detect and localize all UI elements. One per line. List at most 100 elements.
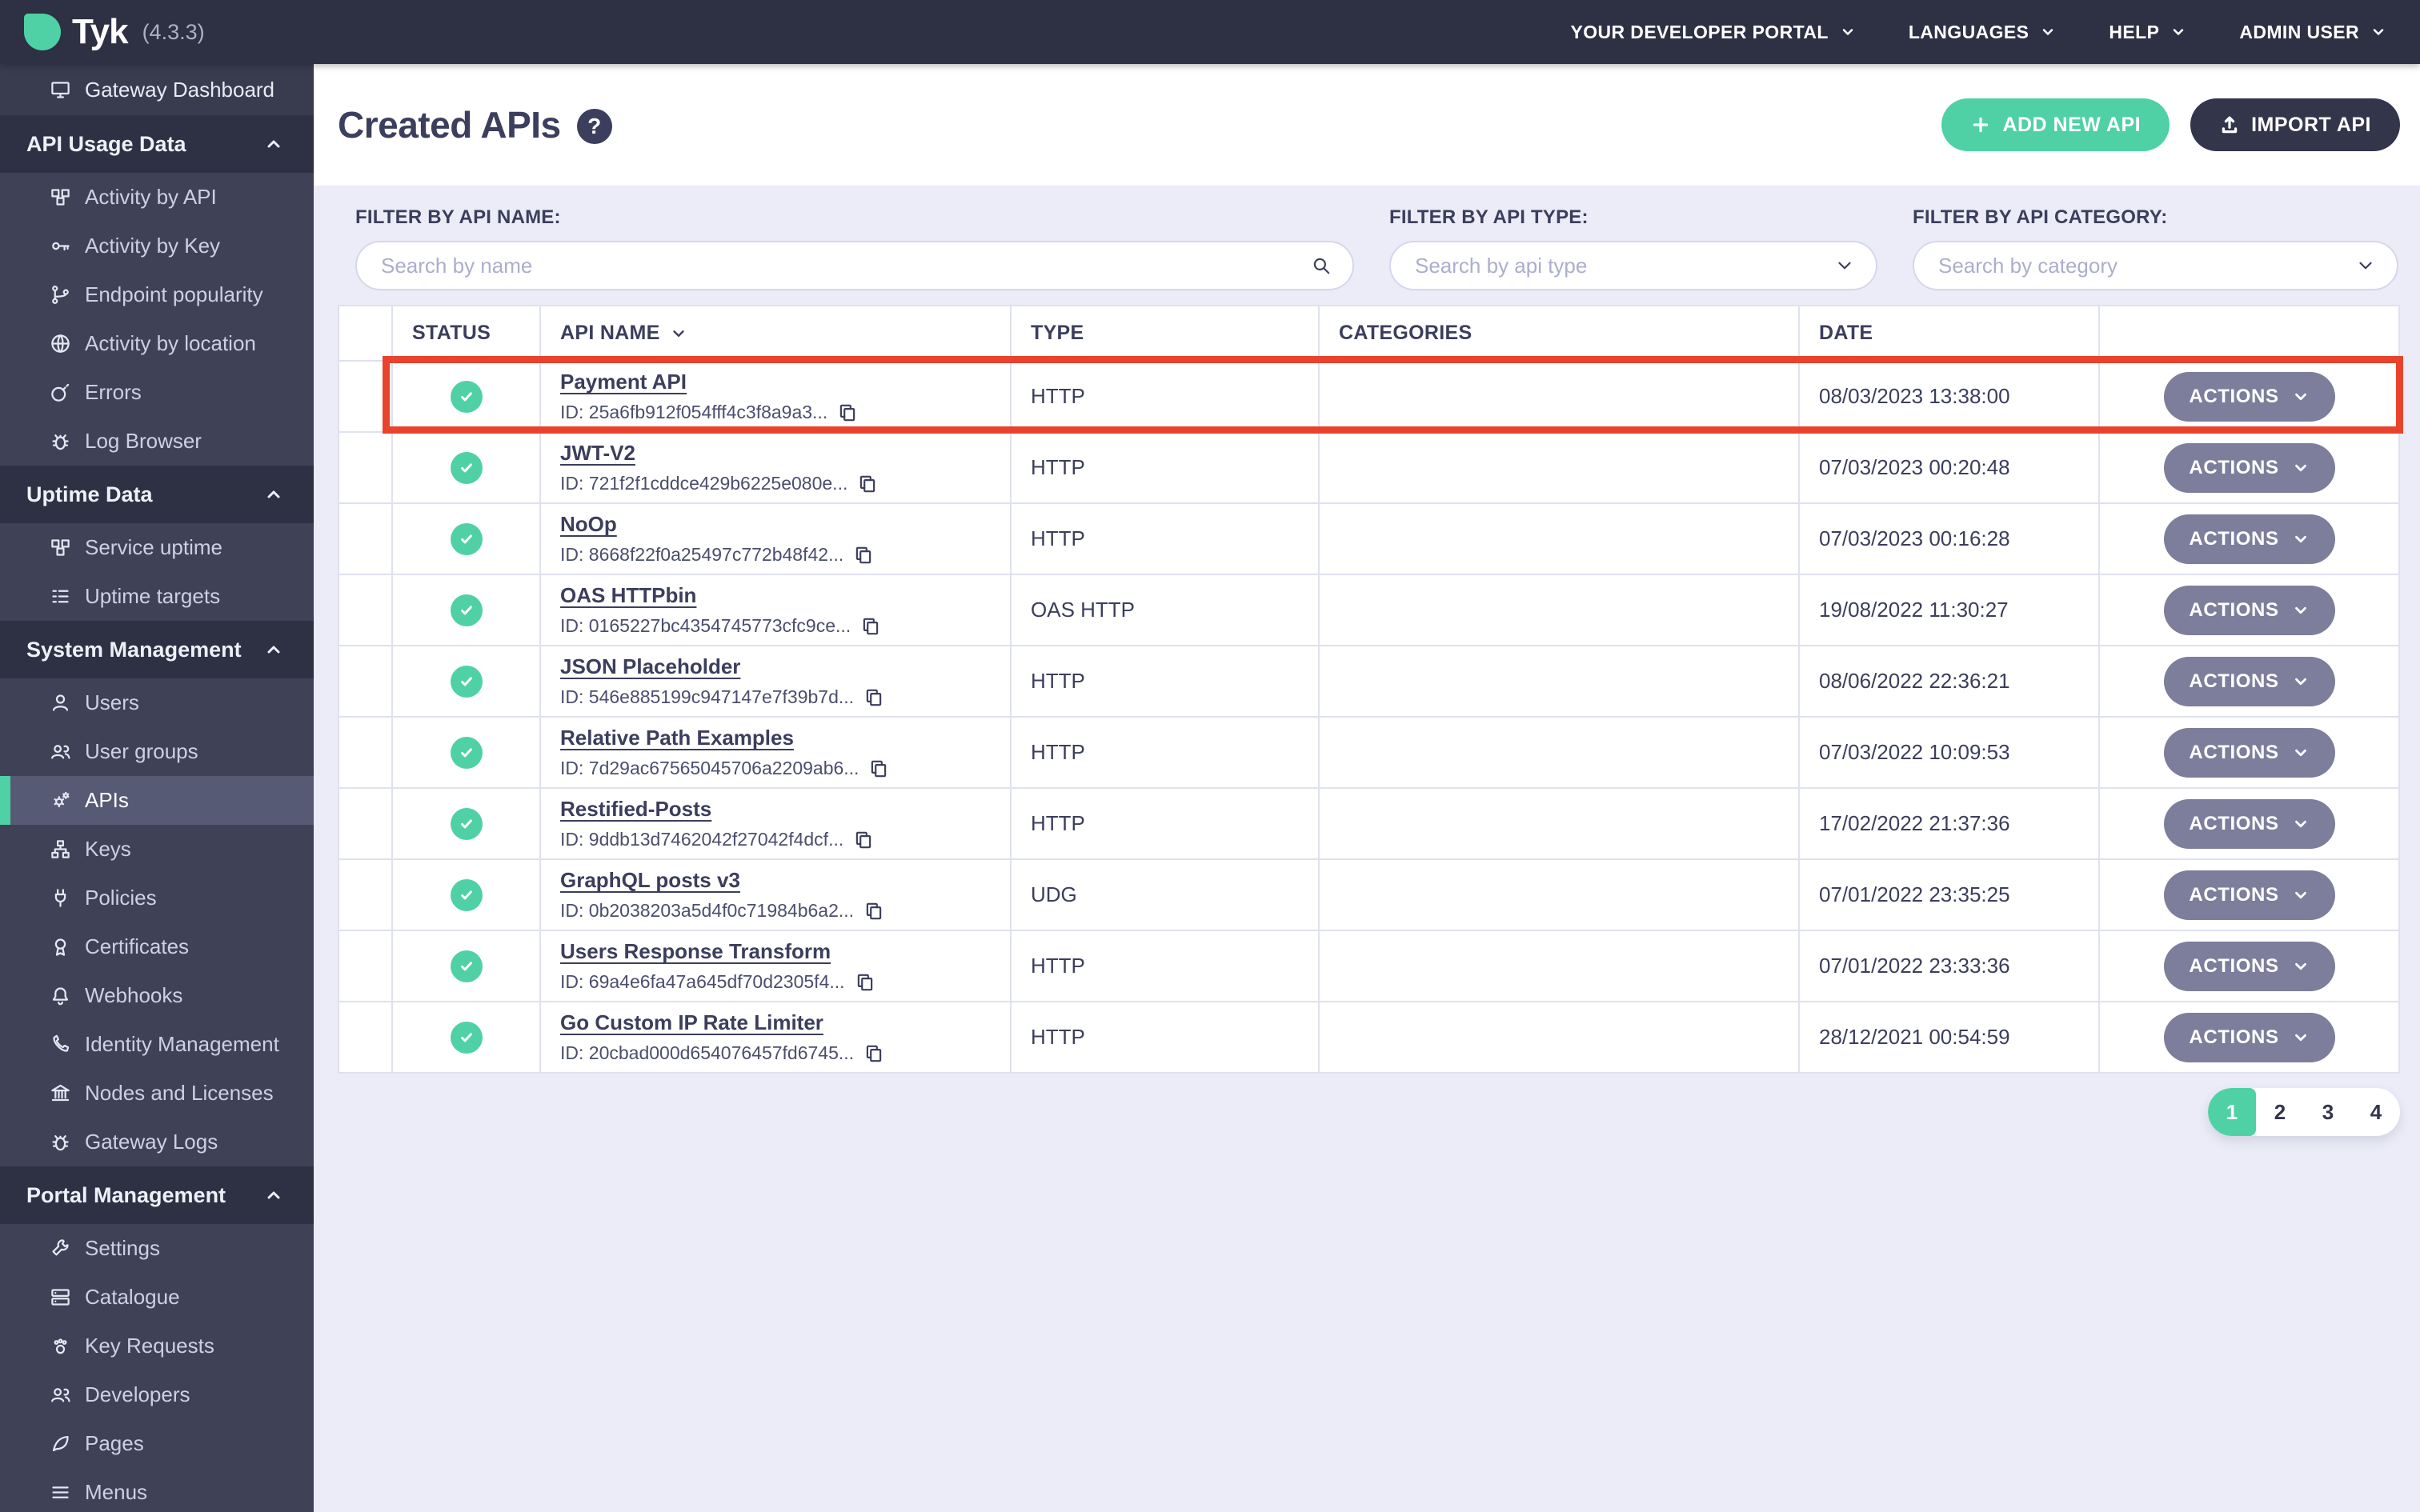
sidebar-item-webhooks[interactable]: Webhooks — [0, 971, 314, 1020]
api-name-link[interactable]: Payment API — [560, 370, 687, 394]
sidebar-item-policies[interactable]: Policies — [0, 874, 314, 922]
api-name-link[interactable]: GraphQL posts v3 — [560, 868, 740, 892]
table-row: Users Response Transform ID: 69a4e6fa47a… — [338, 930, 2400, 1002]
api-category-select[interactable] — [1914, 253, 2397, 278]
copy-icon[interactable] — [868, 758, 889, 779]
paw-icon — [50, 1335, 71, 1357]
status-active-icon — [450, 736, 483, 769]
sidebar-item-settings[interactable]: Settings — [0, 1224, 314, 1273]
sidebar-item-identity-management[interactable]: Identity Management — [0, 1020, 314, 1069]
copy-icon[interactable] — [863, 687, 884, 708]
api-name-link[interactable]: NoOp — [560, 512, 617, 536]
topbar-menu-help[interactable]: HELP — [2109, 22, 2186, 43]
list-icon — [50, 586, 71, 607]
sidebar-item-menus[interactable]: Menus — [0, 1468, 314, 1512]
api-date: 07/01/2022 23:35:25 — [1819, 882, 2010, 906]
api-name-link[interactable]: JWT-V2 — [560, 441, 635, 465]
sidebar-item-nodes-and-licenses[interactable]: Nodes and Licenses — [0, 1069, 314, 1118]
actions-button[interactable]: ACTIONS — [2163, 727, 2335, 778]
api-id: ID: 0b2038203a5d4f0c71984b6a2... — [560, 900, 855, 921]
copy-icon[interactable] — [857, 474, 878, 494]
actions-button[interactable]: ACTIONS — [2163, 442, 2335, 493]
table-row: Payment API ID: 25a6fb912f054fff4c3f8a9a… — [338, 360, 2400, 433]
api-name-link[interactable]: OAS HTTPbin — [560, 583, 696, 607]
status-active-icon — [450, 522, 483, 555]
topbar-menu-your-developer-portal[interactable]: YOUR DEVELOPER PORTAL — [1570, 22, 1855, 43]
logo[interactable]: Tyk (4.3.3) — [24, 12, 205, 52]
api-type-cell: HTTP — [1010, 502, 1320, 575]
actions-button[interactable]: ACTIONS — [2163, 798, 2335, 849]
actions-button[interactable]: ACTIONS — [2163, 870, 2335, 920]
copy-icon[interactable] — [860, 616, 881, 637]
actions-button[interactable]: ACTIONS — [2163, 656, 2335, 706]
api-type-select[interactable] — [1391, 253, 1876, 278]
sidebar-item-log-browser[interactable]: Log Browser — [0, 417, 314, 466]
api-name-link[interactable]: JSON Placeholder — [560, 654, 740, 678]
api-date: 07/03/2023 00:20:48 — [1819, 455, 2010, 479]
row-left-spacer — [338, 716, 393, 789]
sidebar-item-gateway-logs[interactable]: Gateway Logs — [0, 1118, 314, 1166]
add-new-api-button[interactable]: ADD NEW API — [1941, 98, 2170, 151]
sidebar-item-service-uptime[interactable]: Service uptime — [0, 523, 314, 572]
copy-icon[interactable] — [853, 545, 874, 566]
sidebar-item-activity-by-location[interactable]: Activity by location — [0, 319, 314, 368]
status-active-icon — [450, 594, 483, 626]
filter-api-name: FILTER BY API NAME: — [355, 206, 1354, 290]
sidebar-item-keys[interactable]: Keys — [0, 825, 314, 874]
table-header-row: STATUS API NAME TYPE CATEGORIES DATE — [338, 305, 2400, 362]
search-by-name-input[interactable] — [357, 253, 1352, 278]
sidebar-item-key-requests[interactable]: Key Requests — [0, 1322, 314, 1370]
topbar-menu-admin-user[interactable]: ADMIN USER — [2239, 22, 2386, 43]
api-name-cell: NoOp ID: 8668f22f0a25497c772b48f42... — [539, 502, 1012, 575]
sidebar-item-apis[interactable]: APIs — [0, 776, 314, 825]
pagination-page-4[interactable]: 4 — [2352, 1088, 2400, 1136]
copy-icon[interactable] — [837, 402, 858, 423]
sidebar-item-uptime-targets[interactable]: Uptime targets — [0, 572, 314, 621]
sidebar-item-pages[interactable]: Pages — [0, 1419, 314, 1468]
api-name-link[interactable]: Go Custom IP Rate Limiter — [560, 1010, 823, 1034]
row-left-spacer — [338, 574, 393, 646]
sidebar-item-users[interactable]: Users — [0, 678, 314, 727]
column-header-api-name[interactable]: API NAME — [539, 305, 1012, 362]
api-id: ID: 9ddb13d7462042f27042f4dcf... — [560, 829, 844, 850]
pagination-page-2[interactable]: 2 — [2256, 1088, 2304, 1136]
actions-button[interactable]: ACTIONS — [2163, 585, 2335, 635]
sidebar-section-system-management[interactable]: System Management — [0, 621, 314, 678]
status-active-icon — [450, 451, 483, 484]
sidebar-item-user-groups[interactable]: User groups — [0, 727, 314, 776]
page-title: Created APIs — [338, 104, 561, 146]
api-type: HTTP — [1031, 455, 1085, 479]
sidebar-item-activity-by-api[interactable]: Activity by API — [0, 173, 314, 222]
topbar-menu-languages[interactable]: LANGUAGES — [1909, 22, 2057, 43]
sidebar-section-portal-management[interactable]: Portal Management — [0, 1166, 314, 1224]
help-icon[interactable]: ? — [576, 109, 612, 144]
sidebar-section-uptime-data[interactable]: Uptime Data — [0, 466, 314, 523]
sidebar-item-errors[interactable]: Errors — [0, 368, 314, 417]
chevron-down-icon — [2170, 24, 2186, 40]
api-name-link[interactable]: Users Response Transform — [560, 939, 831, 963]
copy-icon[interactable] — [863, 901, 884, 922]
actions-button[interactable]: ACTIONS — [2163, 514, 2335, 564]
sidebar-item-gateway-dashboard[interactable]: Gateway Dashboard — [0, 64, 314, 115]
copy-icon[interactable] — [863, 1043, 884, 1064]
api-name-link[interactable]: Relative Path Examples — [560, 726, 794, 750]
actions-cell: ACTIONS — [2098, 1001, 2400, 1074]
import-api-button[interactable]: IMPORT API — [2190, 98, 2400, 151]
chevron-up-icon — [264, 485, 283, 504]
sidebar-section-api-usage-data[interactable]: API Usage Data — [0, 115, 314, 173]
sidebar-item-catalogue[interactable]: Catalogue — [0, 1273, 314, 1322]
pagination-page-3[interactable]: 3 — [2304, 1088, 2352, 1136]
copy-icon[interactable] — [855, 972, 875, 993]
sidebar-item-activity-by-key[interactable]: Activity by Key — [0, 222, 314, 270]
sidebar-item-endpoint-popularity[interactable]: Endpoint popularity — [0, 270, 314, 319]
sidebar-item-developers[interactable]: Developers — [0, 1370, 314, 1419]
pagination-page-1[interactable]: 1 — [2208, 1088, 2256, 1136]
actions-button[interactable]: ACTIONS — [2163, 1012, 2335, 1062]
api-name-link[interactable]: Restified-Posts — [560, 797, 711, 821]
certificate-icon — [50, 936, 71, 958]
actions-button[interactable]: ACTIONS — [2163, 941, 2335, 991]
sidebar-item-certificates[interactable]: Certificates — [0, 922, 314, 971]
copy-icon[interactable] — [853, 830, 874, 850]
actions-button[interactable]: ACTIONS — [2163, 371, 2335, 422]
api-categories-cell — [1318, 574, 1800, 646]
